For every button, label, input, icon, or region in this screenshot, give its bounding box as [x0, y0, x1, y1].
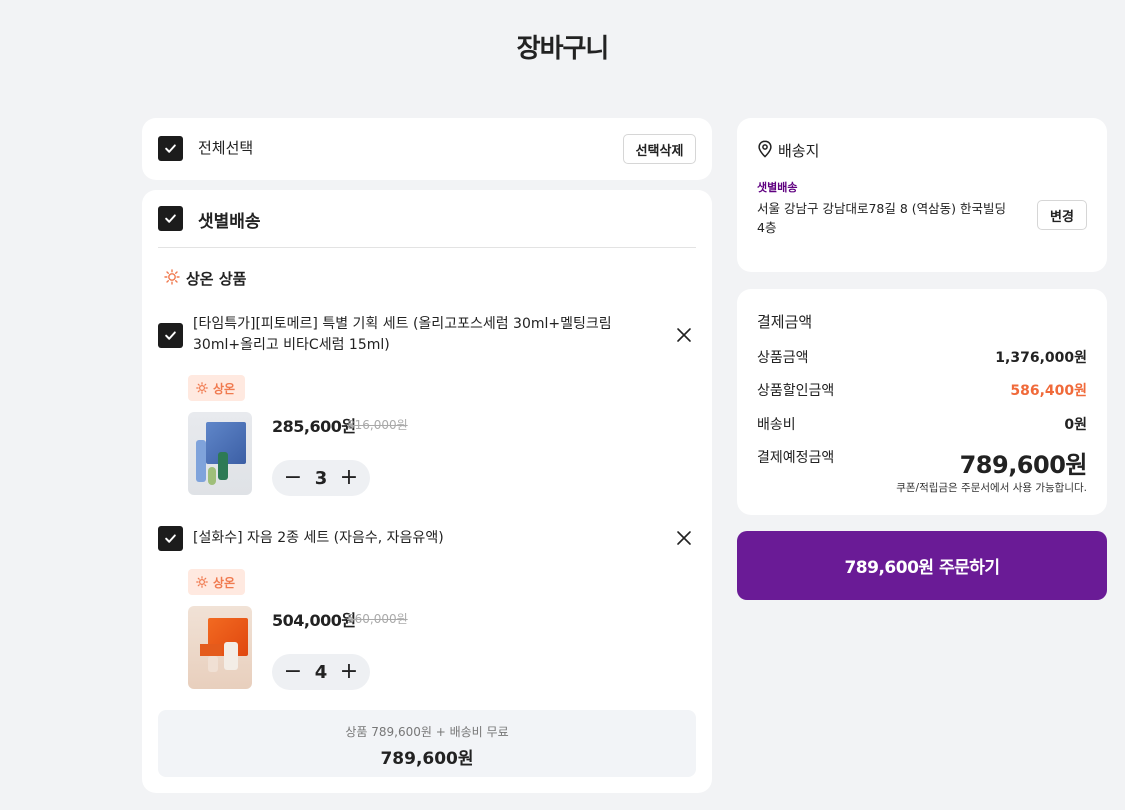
sun-icon [196, 382, 208, 394]
badge-label: 상온 [213, 381, 236, 396]
close-icon[interactable] [675, 529, 693, 547]
delivery-type: 샛별배송 [757, 181, 798, 194]
address-card: 배송지 샛별배송 서울 강남구 강남대로78길 8 (역삼동) 한국빌딩 4층 … [737, 118, 1107, 272]
quantity-stepper: − 4 + [272, 654, 370, 690]
total-label: 결제예정금액 [757, 450, 835, 466]
storage-badge: 상온 [188, 569, 246, 595]
select-all-checkbox[interactable] [158, 136, 183, 161]
product-image[interactable] [188, 412, 252, 495]
group-subtotal-box: 상품 789,600원 + 배송비 무료 789,600원 [158, 710, 696, 777]
order-button[interactable]: 789,600원 주문하기 [737, 531, 1107, 600]
delivery-group-card: 샛별배송 상온 상품 [타임특가][피토메르] 특별 기획 세트 (올리고포스세… [142, 190, 712, 793]
payment-title: 결제금액 [757, 313, 813, 331]
sun-icon [196, 576, 208, 588]
select-all-label: 전체선택 [198, 139, 254, 157]
plus-icon[interactable]: + [340, 467, 358, 489]
check-icon [165, 534, 176, 543]
discount-value: 586,400원 [1010, 383, 1087, 399]
check-icon [165, 144, 176, 153]
quantity-value: 4 [314, 661, 328, 683]
payment-row-value: 0원 [1064, 417, 1087, 433]
address-title: 배송지 [778, 142, 820, 160]
total-value: 789,600원 [959, 451, 1088, 479]
item-price: 504,000원 [272, 611, 356, 630]
payment-row: 배송비 0원 [757, 414, 1087, 434]
badge-label: 상온 [213, 575, 236, 590]
item-original-price: 560,000원 [347, 612, 408, 626]
product-image[interactable] [188, 606, 252, 689]
close-icon[interactable] [675, 326, 693, 344]
payment-note: 쿠폰/적립금은 주문서에서 사용 가능합니다. [896, 482, 1087, 494]
item-name[interactable]: [설화수] 자음 2종 세트 (자음수, 자음유액) [193, 528, 623, 549]
page-title: 장바구니 [516, 34, 610, 64]
address-text: 서울 강남구 강남대로78길 8 (역삼동) 한국빌딩 4층 [757, 201, 1006, 235]
change-address-button[interactable]: 변경 [1037, 200, 1087, 230]
payment-row-label: 배송비 [757, 417, 796, 433]
payment-row: 상품금액 1,376,000원 [757, 347, 1087, 367]
payment-row-label: 상품할인금액 [757, 383, 835, 399]
payment-row: 상품할인금액 586,400원 [757, 380, 1087, 400]
group-title: 샛별배송 [198, 212, 261, 232]
minus-icon[interactable]: − [284, 467, 302, 489]
item-name[interactable]: [타임특가][피토메르] 특별 기획 세트 (올리고포스세럼 30ml+멜팅크림… [193, 314, 623, 356]
payment-row-label: 상품금액 [757, 350, 809, 366]
item-checkbox[interactable] [158, 526, 183, 551]
item-original-price: 816,000원 [347, 418, 408, 432]
select-all-bar: 전체선택 선택삭제 [142, 118, 712, 180]
divider [158, 247, 696, 248]
subtotal-caption: 상품 789,600원 + 배송비 무료 [345, 725, 509, 739]
payment-total-row: 결제예정금액 789,600원 [757, 447, 1088, 480]
group-checkbox[interactable] [158, 206, 183, 231]
quantity-value: 3 [314, 467, 328, 489]
item-checkbox[interactable] [158, 323, 183, 348]
minus-icon[interactable]: − [284, 661, 302, 683]
plus-icon[interactable]: + [340, 661, 358, 683]
payment-summary-card: 결제금액 상품금액 1,376,000원 상품할인금액 586,400원 배송비… [737, 289, 1107, 515]
item-price: 285,600원 [272, 417, 356, 436]
sun-icon [164, 269, 180, 285]
delete-selected-button[interactable]: 선택삭제 [623, 134, 696, 164]
storage-badge: 상온 [188, 375, 246, 401]
payment-row-value: 1,376,000원 [995, 350, 1087, 366]
section-title: 상온 상품 [186, 270, 247, 288]
check-icon [165, 331, 176, 340]
subtotal-value: 789,600원 [380, 749, 474, 769]
location-pin-icon [758, 140, 772, 158]
quantity-stepper: − 3 + [272, 460, 370, 496]
check-icon [165, 214, 176, 223]
